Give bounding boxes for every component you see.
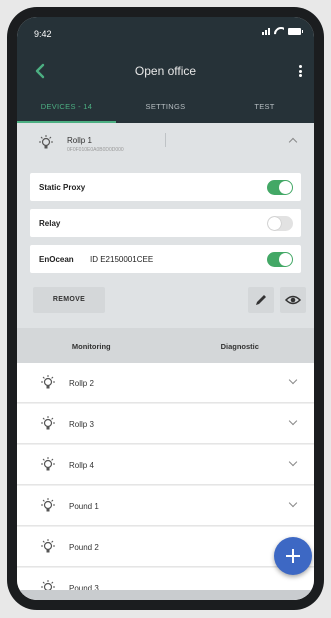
chevron-up-icon[interactable] (288, 137, 298, 147)
lightbulb-icon (41, 457, 55, 471)
list-item[interactable]: Rollp 4 (17, 445, 314, 485)
app-screen: 9:42 Open office DEVICES - 14 SETTINGS T… (17, 17, 314, 600)
enocean-toggle[interactable] (267, 252, 293, 267)
wifi-icon (274, 27, 284, 35)
view-button[interactable] (280, 287, 306, 313)
more-options-icon[interactable] (297, 63, 303, 79)
setting-enocean: EnOcean ID E2150001CEE (30, 245, 301, 273)
device-subtitle: 0F0F010E0A0B0D0D000 (67, 147, 124, 153)
tab-test[interactable]: TEST (215, 91, 314, 123)
pencil-icon (256, 295, 266, 305)
setting-relay: Relay (30, 209, 301, 237)
add-device-fab[interactable] (274, 537, 312, 575)
tab-bar: DEVICES - 14 SETTINGS TEST (17, 91, 314, 123)
device-name: Rollp 2 (69, 379, 94, 388)
device-name: Rollp 3 (69, 420, 94, 429)
battery-icon (288, 27, 303, 35)
chevron-down-icon[interactable] (288, 375, 298, 385)
tab-settings[interactable]: SETTINGS (116, 91, 215, 123)
device-name: Pound 2 (69, 543, 99, 552)
list-item[interactable]: Rollp 2 (17, 363, 314, 403)
relay-toggle[interactable] (267, 216, 293, 231)
status-icons (262, 27, 303, 35)
setting-label: Static Proxy (39, 183, 86, 192)
phone-frame: 9:42 Open office DEVICES - 14 SETTINGS T… (7, 7, 324, 610)
chevron-down-icon[interactable] (288, 498, 298, 508)
chevron-down-icon[interactable] (288, 457, 298, 467)
tab-devices[interactable]: DEVICES - 14 (17, 91, 116, 123)
expanded-device-card: Rollp 1 0F0F010E0A0B0D0D000 Static Proxy… (17, 123, 314, 363)
subtab-monitoring[interactable]: Monitoring (17, 328, 166, 363)
device-subtabs: Monitoring Diagnostic (17, 328, 314, 363)
setting-label: EnOcean (39, 255, 74, 264)
setting-static-proxy: Static Proxy (30, 173, 301, 201)
status-time: 9:42 (34, 29, 52, 39)
setting-label: Relay (39, 219, 61, 228)
subtab-diagnostic[interactable]: Diagnostic (166, 328, 315, 363)
lightbulb-icon (41, 375, 55, 389)
subtab-divider (165, 133, 166, 147)
device-name: Rollp 1 (67, 136, 92, 145)
device-name: Rollp 4 (69, 461, 94, 470)
remove-button[interactable]: REMOVE (33, 287, 105, 313)
app-bar: Open office (17, 51, 314, 91)
lightbulb-icon (39, 135, 53, 149)
lightbulb-icon (41, 498, 55, 512)
eye-icon (284, 295, 302, 305)
signal-icon (262, 27, 270, 35)
bottom-nav-bar (17, 590, 314, 600)
page-title: Open office (134, 64, 197, 78)
enocean-id: ID E2150001CEE (90, 255, 154, 264)
list-item[interactable]: Pound 2 (17, 527, 314, 567)
device-name: Pound 1 (69, 502, 99, 511)
lightbulb-icon (41, 539, 55, 553)
edit-button[interactable] (248, 287, 274, 313)
list-item[interactable]: Pound 1 (17, 486, 314, 526)
list-item[interactable]: Rollp 3 (17, 404, 314, 444)
status-bar: 9:42 (17, 17, 314, 51)
chevron-down-icon[interactable] (288, 416, 298, 426)
static-proxy-toggle[interactable] (267, 180, 293, 195)
lightbulb-icon (41, 416, 55, 430)
